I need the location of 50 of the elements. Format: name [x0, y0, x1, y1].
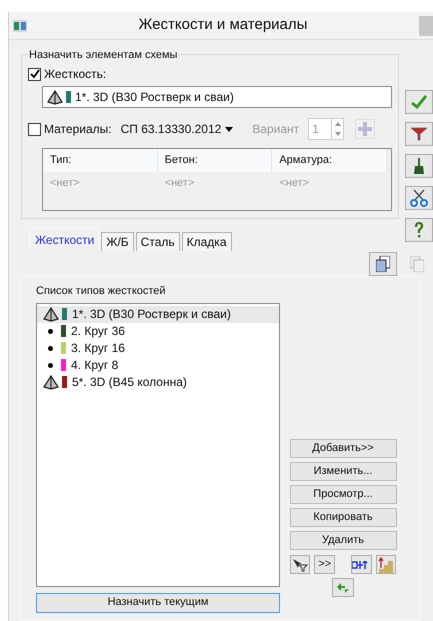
- select-filter-icon[interactable]: [290, 555, 310, 574]
- bullet-icon: [48, 328, 53, 334]
- help-icon[interactable]: [405, 218, 433, 242]
- app-icon: [13, 20, 27, 32]
- window-title: Жесткости и материалы: [138, 15, 308, 36]
- variant-label: Вариант: [252, 121, 300, 138]
- action-button[interactable]: Изменить...: [290, 462, 396, 481]
- bullet-icon: [48, 362, 53, 368]
- bullet-icon: [48, 346, 53, 350]
- stiffness-field[interactable]: 1*. 3D (B30 Ростверк и сваи): [42, 86, 392, 108]
- refresh-icon[interactable]: [332, 578, 354, 597]
- align-icon[interactable]: [350, 555, 372, 574]
- pyramid-icon: [43, 306, 59, 322]
- table-cell-text: <нет>: [49, 176, 81, 190]
- apply-button[interactable]: [405, 90, 433, 114]
- list-title: Список типов жесткостей: [36, 284, 167, 299]
- checkbox-label: Материалы:: [44, 121, 112, 138]
- arrows-button[interactable]: >>: [314, 555, 336, 574]
- action-button[interactable]: Удалить: [290, 531, 396, 550]
- steps-icon[interactable]: [376, 555, 396, 574]
- copy-icon[interactable]: [369, 252, 397, 276]
- table-cell-text: <нет>: [164, 176, 196, 190]
- tab[interactable]: Ж/Б: [101, 232, 134, 251]
- filter-icon[interactable]: [405, 122, 433, 146]
- list-item[interactable]: 1*. 3D (B30 Ростверк и сваи): [37, 306, 279, 322]
- standard-dropdown[interactable]: СП 63.13330.2012: [120, 120, 234, 138]
- caret-icon: [225, 126, 234, 132]
- checkbox-label: Жесткость:: [44, 66, 106, 83]
- brush-icon[interactable]: [405, 154, 433, 178]
- scissors-icon[interactable]: [405, 186, 433, 210]
- checkbox[interactable]: [28, 122, 41, 136]
- column-header: Бетон:: [158, 149, 272, 172]
- list-item[interactable]: 4. Круг 8: [37, 356, 279, 374]
- checkmark-icon: [411, 95, 427, 109]
- pyramid-icon: [47, 90, 63, 104]
- checkbox[interactable]: [28, 68, 41, 80]
- pyramid-icon: [43, 374, 59, 390]
- action-button[interactable]: Копировать: [290, 508, 396, 527]
- column-header: Арматура:: [272, 149, 387, 172]
- action-button[interactable]: Просмотр...: [290, 485, 396, 504]
- column-header: Тип:: [43, 149, 158, 172]
- action-button[interactable]: Добавить>>: [290, 439, 396, 458]
- tab[interactable]: Жесткости: [29, 228, 100, 251]
- tab[interactable]: Кладка: [182, 232, 232, 251]
- list-item[interactable]: 5*. 3D (B45 колонна): [37, 374, 279, 390]
- list-item[interactable]: 3. Круг 16: [37, 340, 279, 356]
- list-item[interactable]: 2. Круг 36: [37, 322, 279, 340]
- table-cell-text: <нет>: [278, 176, 310, 190]
- tab[interactable]: Сталь: [136, 232, 180, 251]
- assign-current-button[interactable]: Назначить текущим: [36, 592, 280, 612]
